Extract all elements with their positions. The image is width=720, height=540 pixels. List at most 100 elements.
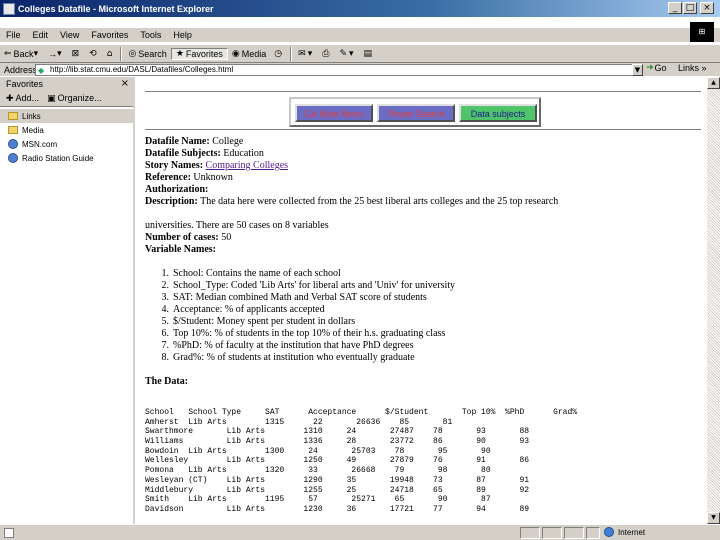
variable-text: School: Contains the name of each school <box>173 268 341 279</box>
story-names-row: Story Names: Comparing Colleges <box>145 160 701 172</box>
chevron-down-icon: ▾ <box>33 48 39 59</box>
story-link[interactable]: Comparing Colleges <box>206 160 289 171</box>
favorites-pane-tools: ✚ Add... ▣ Organize... <box>0 91 133 107</box>
menu-tools[interactable]: Tools <box>134 30 167 40</box>
title-bar: Colleges Datafile - Microsoft Internet E… <box>0 0 720 17</box>
description-text: The data here were collected from the 25… <box>200 196 559 207</box>
variable-item: 8. Grad%: % of students at institution wh… <box>151 352 701 364</box>
variable-item: 3. SAT: Median combined Math and Verbal S… <box>151 292 701 304</box>
favorites-star-icon: ★ <box>175 48 184 59</box>
address-input[interactable]: ◆ http://lib.stat.cmu.edu/DASL/Datafiles… <box>35 64 641 76</box>
datafile-subjects-value: Education <box>223 148 264 159</box>
minimize-button[interactable]: _ <box>668 2 682 14</box>
print-icon: ⎙ <box>322 48 330 59</box>
data-subjects-button[interactable]: Data subjects <box>459 104 537 122</box>
variable-item: 1. School: Contains the name of each scho… <box>151 268 701 280</box>
add-favorite-label: Add... <box>15 93 40 103</box>
page-content: Go Main Menu Power Search Data subjects … <box>137 77 707 524</box>
variable-number: 3. <box>161 292 170 303</box>
discuss-icon: ▤ <box>363 48 373 59</box>
variable-item: 5. $/Student: Money spent per student in … <box>151 316 701 328</box>
internet-globe-icon <box>604 527 614 537</box>
number-of-cases-value: 50 <box>221 232 232 243</box>
variable-text: Top 10%: % of students in the top 10% of… <box>173 328 446 339</box>
favorite-item-label: Radio Station Guide <box>22 153 94 163</box>
table-row: Smith Lib Arts 1195 57 25271 65 90 87 <box>145 495 491 505</box>
variable-text: Acceptance: % of applicants accepted <box>173 304 325 315</box>
vertical-scrollbar[interactable]: ▲ ▼ <box>707 77 720 524</box>
media-button[interactable]: ◉ Media <box>228 49 270 59</box>
menu-edit[interactable]: Edit <box>27 30 55 40</box>
forward-button[interactable]: → ▾ <box>44 49 68 59</box>
maximize-button[interactable]: □ <box>683 2 697 14</box>
divider <box>145 129 701 130</box>
close-button[interactable]: × <box>700 2 714 14</box>
menu-help[interactable]: Help <box>167 30 198 40</box>
favorites-list: Links Media MSN.com Radio Station Guide <box>0 107 133 165</box>
organize-favorites-label: Organize... <box>57 93 102 103</box>
go-arrow-icon: ➜ <box>646 63 654 73</box>
table-row: Bowdoin Lib Arts 1300 24 25703 78 95 90 <box>145 446 491 456</box>
variable-number: 7. <box>161 340 170 351</box>
menu-favorites[interactable]: Favorites <box>85 30 134 40</box>
address-value: http://lib.stat.cmu.edu/DASL/Datafiles/C… <box>50 65 234 74</box>
favorite-item-label: Links <box>22 111 41 121</box>
history-button[interactable]: ◷ <box>270 49 288 59</box>
field-label: Authorization: <box>145 184 209 195</box>
address-dropdown-button[interactable]: ▼ <box>632 64 643 76</box>
menu-file[interactable]: File <box>0 30 27 40</box>
mail-button[interactable]: ✉ ▾ <box>294 49 318 59</box>
chevron-down-icon: ▾ <box>348 48 354 59</box>
favorite-item-links[interactable]: Links <box>0 109 133 123</box>
favorite-item-radio-guide[interactable]: Radio Station Guide <box>0 151 133 165</box>
power-search-button[interactable]: Power Search <box>377 104 455 122</box>
number-of-cases-row: Number of cases: 50 <box>145 232 701 244</box>
status-panel <box>542 527 562 539</box>
favorites-button[interactable]: ★ Favorites <box>170 47 228 60</box>
scroll-up-button[interactable]: ▲ <box>707 77 720 89</box>
add-favorite-button[interactable]: ✚ Add... <box>6 93 39 104</box>
page-icon: ◆ <box>38 66 45 75</box>
standard-toolbar: ⇐ Back ▾ → ▾ ⊠ ⟲ ⌂ ◎ Search ★ Favorites … <box>0 44 720 62</box>
media-icon: ◉ <box>231 48 240 59</box>
datafile-name-row: Datafile Name: College <box>145 136 701 148</box>
back-button[interactable]: ⇐ Back ▾ <box>0 49 44 59</box>
add-favorite-icon: ✚ <box>6 94 14 104</box>
search-button[interactable]: ◎ Search <box>124 49 170 59</box>
favorites-pane-close-button[interactable]: × <box>121 78 129 89</box>
scroll-down-button[interactable]: ▼ <box>707 512 720 524</box>
go-button[interactable]: ➜ Go <box>646 63 667 73</box>
variable-number: 8. <box>161 352 170 363</box>
field-label: Description: <box>145 196 198 207</box>
print-button[interactable]: ⎙ <box>318 49 335 59</box>
links-button[interactable]: Links » <box>678 63 707 73</box>
field-label: Story Names: <box>145 160 204 171</box>
go-main-menu-button[interactable]: Go Main Menu <box>295 104 373 122</box>
variable-number: 2. <box>161 280 170 291</box>
refresh-button[interactable]: ⟲ <box>85 49 103 59</box>
stop-button[interactable]: ⊠ <box>68 49 86 59</box>
favorite-item-msn[interactable]: MSN.com <box>0 137 133 151</box>
description-continued: universities. There are 50 cases on 8 va… <box>145 220 329 231</box>
table-row: Williams Lib Arts 1336 28 23772 86 90 93 <box>145 437 530 447</box>
table-row: Amherst Lib Arts 1315 22 26636 85 81 <box>145 417 453 427</box>
favorites-pane: Favorites × ✚ Add... ▣ Organize... Links M… <box>0 77 135 524</box>
table-row: Wesleyan (CT) Lib Arts 1290 35 19948 73 … <box>145 475 530 485</box>
zone-label: Internet <box>618 527 646 537</box>
data-table-header: School School Type SAT Acceptance $/Stud… <box>145 408 578 417</box>
status-bar: Internet <box>0 524 720 540</box>
organize-favorites-button[interactable]: ▣ Organize... <box>47 93 102 104</box>
field-label: Variable Names: <box>145 244 217 255</box>
home-button[interactable]: ⌂ <box>103 49 119 59</box>
edit-button[interactable]: ✎ ▾ <box>335 49 359 59</box>
description-row: Description: The data here were collecte… <box>145 196 701 208</box>
datafile-name-value: College <box>212 136 244 147</box>
chevron-down-icon: ▾ <box>307 48 313 59</box>
favorites-pane-header: Favorites × <box>0 77 133 91</box>
discuss-button[interactable]: ▤ <box>360 49 379 59</box>
favorite-item-media[interactable]: Media <box>0 123 133 137</box>
menu-view[interactable]: View <box>54 30 85 40</box>
variable-item: 7. %PhD: % of faculty at the institution … <box>151 340 701 352</box>
folder-icon <box>8 112 18 120</box>
